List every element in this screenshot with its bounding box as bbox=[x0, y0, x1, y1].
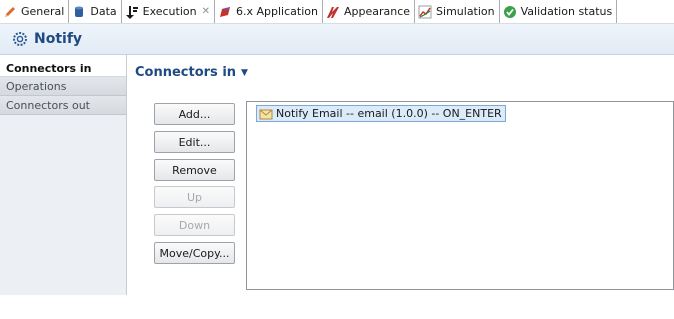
list-item-label: Notify Email -- email (1.0.0) -- ON_ENTE… bbox=[276, 107, 502, 120]
tab-label: Appearance bbox=[343, 5, 411, 18]
editor-tab-strip: General Data Execution ✕ 6.x Application… bbox=[0, 0, 674, 24]
page-title: Notify bbox=[34, 31, 83, 47]
tab-label: General bbox=[21, 5, 65, 18]
tab-label: Execution bbox=[142, 5, 197, 18]
gear-icon bbox=[12, 31, 28, 47]
tab-label: 6.x Application bbox=[236, 5, 318, 18]
close-icon[interactable]: ✕ bbox=[202, 6, 210, 17]
connectors-list[interactable]: Notify Email -- email (1.0.0) -- ON_ENTE… bbox=[246, 101, 674, 290]
edit-button[interactable]: Edit... bbox=[154, 131, 235, 153]
tab-label: Data bbox=[90, 5, 117, 18]
tab-data[interactable]: Data bbox=[69, 0, 122, 23]
side-tab-connectors-out[interactable]: Connectors out bbox=[0, 96, 126, 115]
side-tab-operations[interactable]: Operations bbox=[0, 77, 126, 96]
tab-label: Simulation bbox=[436, 5, 495, 18]
side-tab-connectors-in[interactable]: Connectors in bbox=[0, 55, 126, 77]
envelope-icon bbox=[259, 108, 273, 120]
down-button[interactable]: Down bbox=[154, 214, 235, 236]
tab-execution[interactable]: Execution ✕ bbox=[121, 0, 215, 23]
chevron-down-icon[interactable]: ▼ bbox=[241, 68, 248, 78]
check-circle-icon bbox=[503, 5, 517, 19]
move-copy-button[interactable]: Move/Copy... bbox=[154, 242, 235, 264]
simulation-icon bbox=[418, 5, 432, 19]
remove-button[interactable]: Remove bbox=[154, 159, 235, 181]
list-item[interactable]: Notify Email -- email (1.0.0) -- ON_ENTE… bbox=[256, 105, 506, 122]
tab-application[interactable]: 6.x Application bbox=[215, 0, 323, 23]
tab-label: Validation status bbox=[520, 5, 613, 18]
database-icon bbox=[72, 5, 86, 19]
section-title-label: Connectors in bbox=[135, 65, 237, 80]
tab-general[interactable]: General bbox=[0, 0, 70, 23]
side-tab-panel: Connectors in Operations Connectors out bbox=[0, 55, 127, 295]
page-header: Notify bbox=[0, 24, 674, 55]
pencil-icon bbox=[3, 5, 17, 19]
tab-appearance[interactable]: Appearance bbox=[323, 0, 416, 23]
add-button[interactable]: Add... bbox=[154, 103, 235, 125]
section-title[interactable]: Connectors in ▼ bbox=[135, 65, 248, 80]
execution-icon bbox=[125, 5, 139, 19]
application-icon bbox=[218, 5, 232, 19]
tab-validation-status[interactable]: Validation status bbox=[500, 0, 618, 23]
appearance-icon bbox=[326, 5, 340, 19]
up-button[interactable]: Up bbox=[154, 186, 235, 208]
tab-simulation[interactable]: Simulation bbox=[415, 0, 500, 23]
